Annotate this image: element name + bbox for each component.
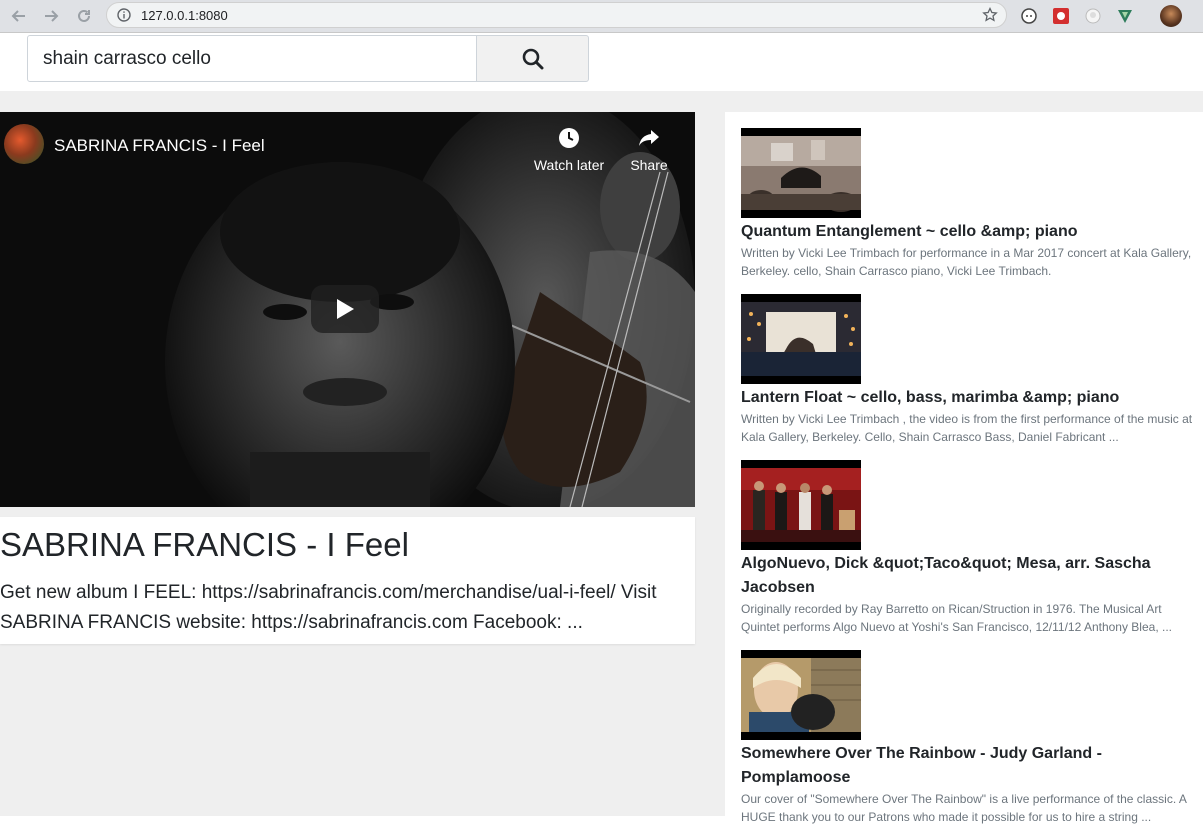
forward-button[interactable] bbox=[41, 6, 61, 26]
recommendation-item[interactable]: AlgoNuevo, Dick &quot;Taco&quot; Mesa, a… bbox=[741, 460, 1203, 636]
extension-icon[interactable] bbox=[1020, 7, 1038, 25]
video-description: Get new album I FEEL: https://sabrinafra… bbox=[0, 582, 657, 633]
reload-icon bbox=[78, 9, 90, 22]
extension-icon[interactable] bbox=[1052, 7, 1070, 25]
video-title: SABRINA FRANCIS - I Feel bbox=[0, 526, 409, 563]
recommendation-title[interactable]: Somewhere Over The Rainbow - Judy Garlan… bbox=[741, 742, 1203, 790]
info-icon[interactable] bbox=[117, 8, 131, 22]
channel-avatar[interactable] bbox=[4, 124, 44, 164]
back-button[interactable] bbox=[9, 6, 29, 26]
search-icon bbox=[522, 48, 543, 69]
video-thumbnail[interactable] bbox=[741, 460, 861, 550]
recommendation-title[interactable]: Lantern Float ~ cello, bass, marimba &am… bbox=[741, 386, 1203, 410]
reload-button[interactable] bbox=[74, 6, 94, 26]
recommendation-item[interactable]: Lantern Float ~ cello, bass, marimba &am… bbox=[741, 294, 1203, 446]
profile-avatar[interactable] bbox=[1160, 5, 1182, 27]
recommendation-description: Written by Vicki Lee Trimbach , the vide… bbox=[741, 412, 1193, 444]
forward-arrow-icon bbox=[45, 10, 59, 22]
recommendation-description: Originally recorded by Ray Barretto on R… bbox=[741, 602, 1172, 634]
recommendation-description: Our cover of "Somewhere Over The Rainbow… bbox=[741, 792, 1187, 824]
share-button[interactable]: Share bbox=[624, 126, 674, 173]
play-icon bbox=[337, 299, 354, 319]
recommendation-title[interactable]: Quantum Entanglement ~ cello &amp; piano bbox=[741, 220, 1203, 244]
watch-later-label: Watch later bbox=[533, 157, 605, 173]
video-info-card: SABRINA FRANCIS - I Feel Get new album I… bbox=[0, 517, 695, 644]
recommendation-item[interactable]: Quantum Entanglement ~ cello &amp; piano… bbox=[741, 128, 1203, 280]
back-arrow-icon bbox=[11, 10, 25, 22]
video-thumbnail[interactable] bbox=[741, 128, 861, 218]
address-bar[interactable]: 127.0.0.1:8080 bbox=[106, 2, 1007, 28]
video-thumbnail[interactable] bbox=[741, 650, 861, 740]
browser-toolbar: 127.0.0.1:8080 bbox=[0, 0, 1203, 33]
search-input[interactable] bbox=[27, 35, 477, 82]
bookmark-star-icon[interactable] bbox=[982, 7, 998, 23]
recommendation-item[interactable]: Somewhere Over The Rainbow - Judy Garlan… bbox=[741, 650, 1203, 826]
search-bar bbox=[0, 33, 1203, 91]
search-button[interactable] bbox=[476, 35, 589, 82]
share-label: Share bbox=[630, 157, 668, 173]
clock-icon bbox=[559, 128, 579, 148]
watch-later-button[interactable]: Watch later bbox=[530, 126, 608, 173]
recommendation-description: Written by Vicki Lee Trimbach for perfor… bbox=[741, 246, 1192, 278]
recommendation-title[interactable]: AlgoNuevo, Dick &quot;Taco&quot; Mesa, a… bbox=[741, 552, 1203, 600]
recommendations-list: Quantum Entanglement ~ cello &amp; piano… bbox=[725, 112, 1203, 824]
play-button[interactable] bbox=[311, 285, 379, 333]
extension-icon[interactable] bbox=[1116, 7, 1134, 25]
share-arrow-icon bbox=[639, 130, 659, 146]
player-video-title[interactable]: SABRINA FRANCIS - I Feel bbox=[54, 136, 265, 156]
video-thumbnail[interactable] bbox=[741, 294, 861, 384]
extension-icon[interactable] bbox=[1084, 7, 1102, 25]
url-text: 127.0.0.1:8080 bbox=[141, 8, 228, 23]
video-player[interactable]: SABRINA FRANCIS - I Feel Watch later Sha… bbox=[0, 112, 695, 507]
